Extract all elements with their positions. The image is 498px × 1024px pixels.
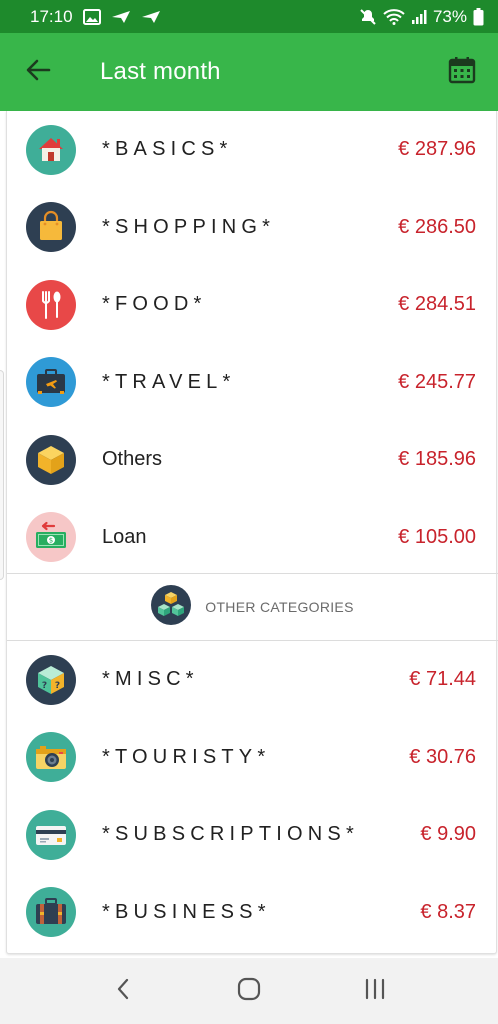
calendar-button[interactable] — [438, 48, 486, 96]
banknote-icon: $ — [26, 512, 76, 563]
send-icon — [111, 10, 131, 24]
category-row-subscriptions[interactable]: *SUBSCRIPTIONS* € 9.90 — [7, 796, 498, 874]
wifi-icon — [383, 8, 405, 25]
category-amount: € 30.76 — [409, 745, 476, 768]
mystery-box-icon: ?? — [26, 654, 76, 705]
category-amount: € 185.96 — [398, 448, 476, 471]
boxes-icon — [151, 584, 192, 630]
svg-text:?: ? — [55, 681, 60, 691]
other-categories-header[interactable]: OTHER CATEGORIES — [7, 574, 498, 640]
nav-home-icon — [236, 976, 262, 1007]
category-row-loan[interactable]: $ Loan € 105.00 — [7, 499, 498, 577]
category-name: *SUBSCRIPTIONS* — [102, 823, 359, 846]
status-bar: 17:10 73% — [0, 0, 498, 33]
category-name: *SHOPPING* — [102, 215, 276, 238]
category-name: Others — [102, 448, 163, 471]
category-row-travel[interactable]: *TRAVEL* € 245.77 — [7, 344, 498, 422]
mute-icon — [359, 8, 377, 26]
calendar-icon — [448, 56, 476, 89]
category-name: *MISC* — [102, 668, 199, 691]
nav-home-button[interactable] — [219, 966, 279, 1016]
category-name: *BASICS* — [102, 138, 233, 161]
box-icon — [26, 434, 76, 485]
category-name: *TRAVEL* — [102, 370, 236, 393]
category-card: *BASICS* € 287.96 *SHOPPING* € 286.50 *F… — [6, 111, 498, 954]
svg-text:$: $ — [49, 537, 53, 545]
category-name: *TOURISTY* — [102, 745, 271, 768]
category-list: *BASICS* € 287.96 *SHOPPING* € 286.50 *F… — [7, 111, 498, 576]
fork-spoon-icon — [26, 279, 76, 330]
signal-icon — [411, 9, 427, 25]
category-amount: € 9.90 — [420, 823, 476, 846]
category-row-misc[interactable]: ?? *MISC* € 71.44 — [7, 641, 498, 719]
briefcase-icon — [26, 887, 76, 938]
gallery-icon — [82, 8, 101, 25]
category-amount: € 245.77 — [398, 370, 476, 393]
category-row-basics[interactable]: *BASICS* € 287.96 — [7, 111, 498, 189]
battery-icon — [473, 7, 484, 26]
edge-panel-handle[interactable] — [0, 370, 4, 580]
category-amount: € 8.37 — [420, 900, 476, 923]
nav-recents-button[interactable] — [345, 966, 405, 1016]
category-row-touristy[interactable]: *TOURISTY* € 30.76 — [7, 719, 498, 797]
send-icon — [141, 10, 161, 24]
arrow-back-icon — [25, 57, 51, 88]
category-row-others[interactable]: Others € 185.96 — [7, 421, 498, 499]
category-amount: € 105.00 — [398, 525, 476, 548]
nav-back-icon — [115, 977, 131, 1006]
category-row-shopping[interactable]: *SHOPPING* € 286.50 — [7, 189, 498, 267]
nav-back-button[interactable] — [93, 966, 153, 1016]
category-amount: € 71.44 — [409, 668, 476, 691]
shopping-bag-icon — [26, 202, 76, 253]
camera-icon — [26, 732, 76, 783]
category-name: *BUSINESS* — [102, 900, 271, 923]
app-bar: Last month — [0, 33, 498, 111]
suitcase-plane-icon — [26, 357, 76, 408]
category-name: *FOOD* — [102, 293, 207, 316]
category-amount: € 287.96 — [398, 138, 476, 161]
house-icon — [26, 124, 76, 175]
other-category-list: ?? *MISC* € 71.44 *TOURISTY* € 30.76 *SU… — [7, 641, 498, 951]
page-title: Last month — [100, 58, 221, 85]
category-amount: € 286.50 — [398, 215, 476, 238]
other-categories-label: OTHER CATEGORIES — [205, 599, 354, 615]
battery-text: 73% — [432, 6, 467, 26]
category-name: Loan — [102, 525, 147, 548]
category-row-business[interactable]: *BUSINESS* € 8.37 — [7, 874, 498, 952]
svg-text:?: ? — [42, 681, 47, 691]
status-time: 17:10 — [30, 6, 73, 26]
navigation-bar — [0, 958, 498, 1024]
back-button[interactable] — [8, 42, 68, 102]
category-row-food[interactable]: *FOOD* € 284.51 — [7, 266, 498, 344]
category-amount: € 284.51 — [398, 293, 476, 316]
nav-recents-icon — [363, 978, 387, 1005]
credit-card-icon — [26, 809, 76, 860]
